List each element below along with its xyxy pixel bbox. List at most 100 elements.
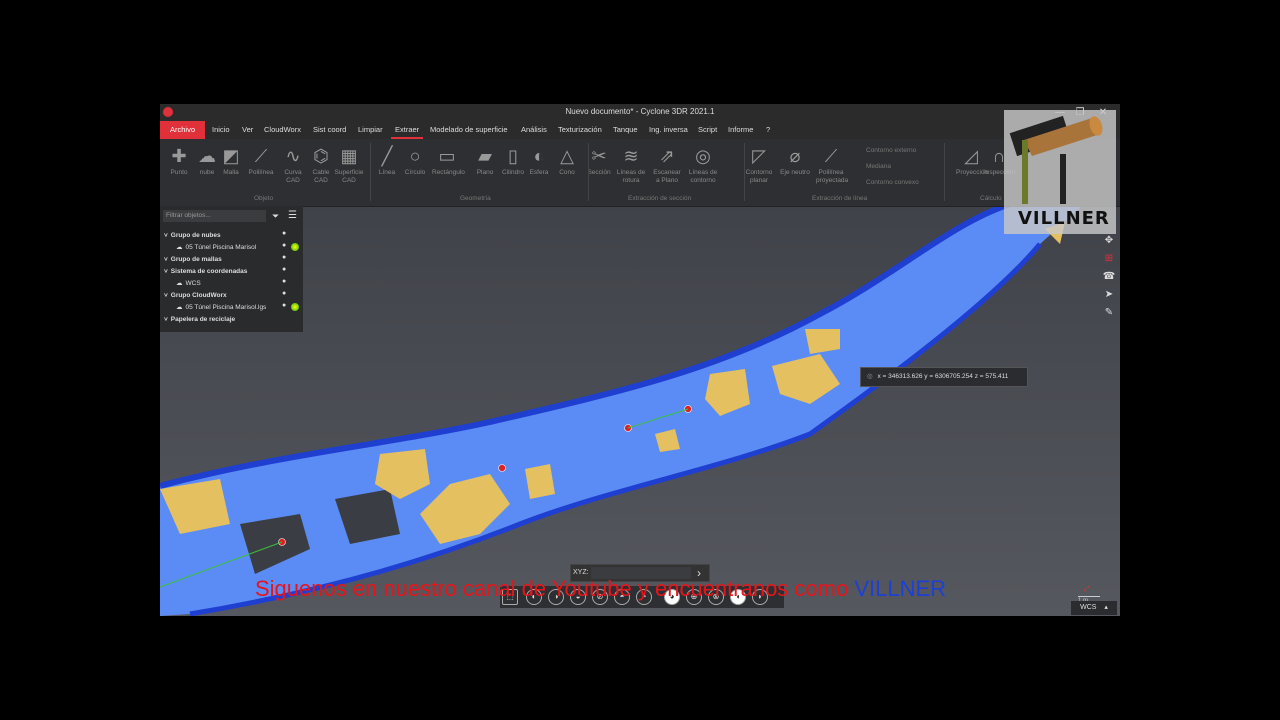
tool-scan-to-plane[interactable]: ⇗ Escanear a Plano bbox=[652, 145, 682, 185]
item-icon: ☁ bbox=[176, 304, 183, 311]
tool-projected-polyline[interactable]: ⟋ Polilínea proyectada bbox=[816, 145, 848, 185]
point-icon: ✚ bbox=[171, 146, 187, 166]
visibility-pin-icon[interactable]: ● bbox=[282, 290, 286, 297]
contour-icon: ◎ bbox=[695, 146, 711, 166]
tree-row[interactable]: ˅ Grupo de mallas bbox=[164, 254, 222, 265]
expand-chevron-icon[interactable]: ˅ bbox=[164, 292, 168, 299]
menu-file[interactable]: Archivo bbox=[160, 121, 206, 139]
application-window: Nuevo documento* - Cyclone 3DR 2021.1 — … bbox=[160, 104, 1120, 616]
menu-ver[interactable]: Ver bbox=[238, 121, 257, 139]
filter-input[interactable]: Filtrar objetos... bbox=[163, 210, 266, 222]
filter-funnel-icon[interactable]: ⏷ bbox=[272, 211, 279, 222]
tool-curve[interactable]: ∿ Curva CAD bbox=[278, 145, 308, 185]
tree-row[interactable]: ˅ Grupo CloudWorx bbox=[164, 290, 227, 301]
expand-chevron-icon[interactable]: ˅ bbox=[164, 268, 168, 275]
tool-contour[interactable]: ◎ Líneas de contorno bbox=[688, 145, 718, 185]
tool-circle[interactable]: ○ Círculo bbox=[400, 145, 430, 177]
tool-breaklines[interactable]: ≋ Líneas de rotura bbox=[616, 145, 646, 185]
tool-plane[interactable]: ▰ Plano bbox=[470, 145, 500, 177]
circle-icon: ○ bbox=[409, 146, 421, 166]
overlay-brand: VILLNER bbox=[854, 576, 947, 601]
small-tool-0[interactable]: Contorno externo bbox=[866, 147, 916, 154]
tool-label: Líneas de contorno bbox=[688, 169, 718, 184]
small-tool-1[interactable]: Mediana bbox=[866, 163, 891, 170]
color-indicator-icon[interactable] bbox=[291, 243, 299, 251]
menu-tanque[interactable]: Tanque bbox=[609, 121, 642, 139]
menu-modelado[interactable]: Modelado de superficie bbox=[426, 121, 512, 139]
menu-ing-inversa[interactable]: Ing. inversa bbox=[645, 121, 692, 139]
menu-inicio[interactable]: Inicio bbox=[208, 121, 234, 139]
tool-rectangle[interactable]: ▭ Rectángulo bbox=[432, 145, 465, 177]
window-title: Nuevo documento* - Cyclone 3DR 2021.1 bbox=[565, 107, 715, 116]
tool-label: Polilínea bbox=[248, 169, 274, 176]
menu-analisis[interactable]: Análisis bbox=[517, 121, 551, 139]
tool-line[interactable]: ╱ Línea bbox=[372, 145, 402, 177]
tree-row[interactable]: ☁ WCS bbox=[176, 278, 201, 289]
menu-sist-coord[interactable]: Sist coord bbox=[309, 121, 350, 139]
tree-row-label: Papelera de reciclaje bbox=[170, 316, 236, 323]
curve-icon: ∿ bbox=[285, 146, 301, 166]
tool-mesh[interactable]: ◩ Malla bbox=[216, 145, 246, 177]
visibility-pin-icon[interactable]: ● bbox=[282, 266, 286, 273]
orbit-icon[interactable]: ✥ bbox=[1102, 234, 1116, 248]
visibility-pin-icon[interactable]: ● bbox=[282, 242, 286, 249]
tool-neutral-axis[interactable]: ⌀ Eje neutro bbox=[780, 145, 810, 177]
tool-sphere[interactable]: ◐ Esfera bbox=[524, 145, 554, 177]
villner-watermark-logo: VILLNER bbox=[1004, 110, 1116, 234]
cone-icon: △ bbox=[560, 146, 574, 166]
menu-extraer[interactable]: Extraer bbox=[391, 121, 424, 139]
coordinate-text: x = 346313.626 y = 6306705.254 z = 575.4… bbox=[877, 373, 1009, 380]
visibility-pin-icon[interactable]: ● bbox=[282, 254, 286, 261]
visibility-pin-icon[interactable]: ● bbox=[282, 302, 286, 309]
tree-row[interactable]: ˅ Grupo de nubes bbox=[164, 230, 221, 241]
tool-label: Cono bbox=[559, 169, 575, 176]
visibility-pin-icon[interactable]: ● bbox=[282, 278, 286, 285]
wcs-selector[interactable]: WCS ▴ bbox=[1071, 601, 1117, 615]
menu-help[interactable]: ? bbox=[762, 121, 774, 139]
xyz-label: XYZ: bbox=[573, 569, 589, 576]
tool-cable[interactable]: ⌬ Cable CAD bbox=[306, 145, 336, 185]
menu-script[interactable]: Script bbox=[694, 121, 721, 139]
ribbon-separator bbox=[370, 143, 371, 201]
ribbon-group-label: Geometría bbox=[460, 195, 491, 202]
ribbon-group-label: Extracción de sección bbox=[628, 195, 692, 202]
tree-row-label: 05 Túnel Piscina Marisol.lgs bbox=[185, 304, 267, 311]
tool-point[interactable]: ✚ Punto bbox=[164, 145, 194, 177]
clean-icon[interactable]: ✎ bbox=[1102, 306, 1116, 320]
fit-view-icon[interactable]: ⊞ bbox=[1102, 252, 1116, 266]
menu-texturizacion[interactable]: Texturización bbox=[554, 121, 606, 139]
tree-row[interactable]: ˅ Papelera de reciclaje bbox=[164, 314, 235, 325]
tree-row[interactable]: ˅ Sistema de coordenadas bbox=[164, 266, 247, 277]
menu-limpiar[interactable]: Limpiar bbox=[354, 121, 387, 139]
expand-chevron-icon[interactable]: ˅ bbox=[164, 256, 168, 263]
plane-icon: ▰ bbox=[478, 146, 492, 166]
camera-icon[interactable]: ☎ bbox=[1102, 270, 1116, 284]
sphere-icon: ◐ bbox=[533, 146, 545, 166]
tree-row[interactable]: ☁ 05 Túnel Piscina Marisol.lgs bbox=[176, 302, 266, 313]
menu-list-icon[interactable]: ☰ bbox=[288, 210, 297, 221]
tool-label: Plano bbox=[476, 169, 494, 176]
expand-chevron-icon[interactable]: ˅ bbox=[164, 232, 168, 239]
tool-polyline[interactable]: ⟋ Polilínea bbox=[246, 145, 276, 177]
neutral-axis-icon: ⌀ bbox=[789, 146, 801, 166]
breaklines-icon: ≋ bbox=[623, 146, 639, 166]
axis-gizmo-icon: ⤢ bbox=[1084, 586, 1090, 593]
menu-informe[interactable]: Informe bbox=[724, 121, 757, 139]
small-tool-2[interactable]: Contorno convexo bbox=[866, 179, 919, 186]
expand-chevron-icon[interactable]: ˅ bbox=[164, 316, 168, 323]
tool-label: Contorno planar bbox=[745, 169, 773, 184]
menu-cloudworx[interactable]: CloudWorx bbox=[260, 121, 305, 139]
tool-planar-contour[interactable]: ◸ Contorno planar bbox=[744, 145, 774, 185]
ribbon-separator bbox=[744, 143, 745, 201]
tool-label: Punto bbox=[170, 169, 188, 176]
tree-row-label: WCS bbox=[185, 280, 201, 287]
tree-row[interactable]: ☁ 05 Túnel Piscina Marisol bbox=[176, 242, 256, 253]
navigate-icon[interactable]: ➤ bbox=[1102, 288, 1116, 302]
color-indicator-icon[interactable] bbox=[291, 303, 299, 311]
visibility-pin-icon[interactable]: ● bbox=[282, 230, 286, 237]
tool-label: Superficie CAD bbox=[334, 169, 364, 184]
tool-label: Línea bbox=[378, 169, 396, 176]
tool-surface[interactable]: ▦ Superficie CAD bbox=[334, 145, 364, 185]
tool-projection[interactable]: ◿ Proyección bbox=[956, 145, 988, 177]
tool-cone[interactable]: △ Cono bbox=[552, 145, 582, 177]
